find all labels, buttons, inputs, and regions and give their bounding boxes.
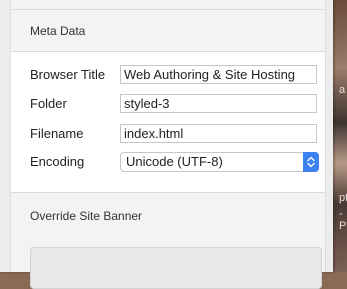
browser-title-field[interactable] <box>120 65 317 84</box>
up-down-chevron-icon <box>303 152 319 172</box>
desktop-text-fragment: a <box>339 84 346 96</box>
override-banner-header[interactable]: Override Site Banner <box>11 193 325 235</box>
inspector-panel: Meta Data Browser Title Folder Filename … <box>0 0 333 289</box>
encoding-select-value: Unicode (UTF-8) <box>126 154 223 169</box>
meta-data-title: Meta Data <box>30 24 86 38</box>
filename-label: Filename <box>30 126 84 141</box>
browser-title-label: Browser Title <box>30 67 106 82</box>
banner-image-drop-area[interactable] <box>30 247 322 289</box>
folder-field[interactable] <box>120 94 317 113</box>
override-banner-title: Override Site Banner <box>30 209 143 223</box>
desktop-text-fragment: pt <box>339 192 347 204</box>
inspector-content: Meta Data Browser Title Folder Filename … <box>10 0 326 289</box>
encoding-label: Encoding <box>30 154 85 169</box>
meta-data-body: Browser Title Folder Filename Encoding U… <box>11 52 325 193</box>
meta-data-header[interactable]: Meta Data <box>11 10 325 52</box>
top-divider <box>11 0 325 10</box>
folder-label: Folder <box>30 96 67 111</box>
encoding-select[interactable]: Unicode (UTF-8) <box>120 152 319 172</box>
desktop-text-fragment: -P <box>339 208 347 232</box>
filename-field[interactable] <box>120 124 317 143</box>
